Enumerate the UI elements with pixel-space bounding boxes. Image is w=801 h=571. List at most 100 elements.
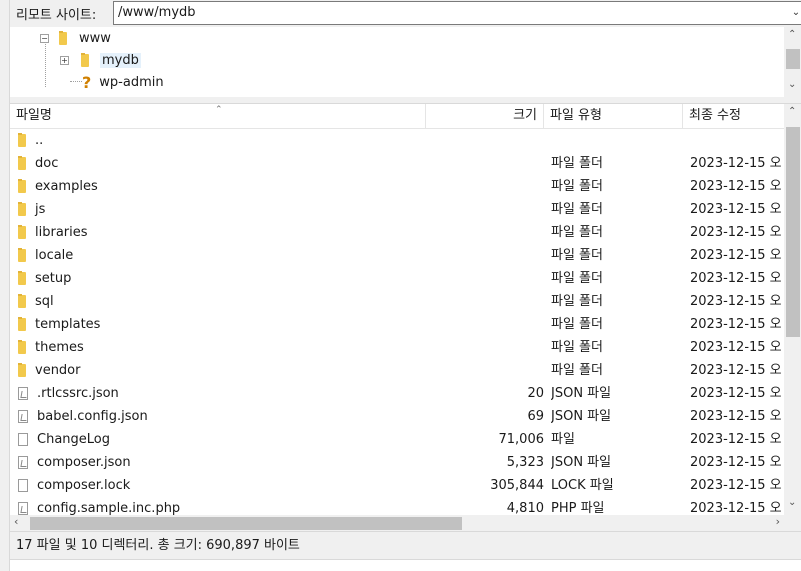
table-row[interactable]: setup 파일 폴더 2023-12-15 오 [10, 267, 784, 290]
file-type: 파일 폴더 [551, 248, 603, 263]
column-type-label: 파일 유형 [550, 108, 602, 123]
scroll-down-icon[interactable]: ⌄ [788, 79, 796, 90]
list-horizontal-scrollbar[interactable]: ‹ › [10, 515, 784, 531]
file-name-cell: vendor [18, 359, 426, 382]
scroll-right-icon[interactable]: › [776, 515, 780, 528]
file-type: 파일 폴더 [551, 271, 603, 286]
file-type: 파일 폴더 [551, 179, 603, 194]
file-size [426, 129, 544, 152]
file-icon [18, 433, 28, 446]
file-modified: 2023-12-15 오 [690, 271, 782, 286]
file-type: JSON 파일 [551, 455, 612, 470]
file-name-cell: templates [18, 313, 426, 336]
folder-icon [81, 52, 89, 67]
file-size [426, 152, 544, 175]
file-name: locale [35, 248, 74, 263]
table-row[interactable]: locale 파일 폴더 2023-12-15 오 [10, 244, 784, 267]
bottom-panel-edge [10, 559, 801, 571]
remote-site-label: 리모트 사이트: [16, 8, 97, 23]
file-name: composer.lock [37, 478, 131, 493]
scroll-down-icon[interactable]: ⌄ [788, 497, 796, 508]
table-row[interactable]: examples 파일 폴더 2023-12-15 오 [10, 175, 784, 198]
table-row[interactable]: libraries 파일 폴더 2023-12-15 오 [10, 221, 784, 244]
scroll-up-icon[interactable]: ⌃ [788, 106, 796, 117]
file-type: JSON 파일 [551, 409, 612, 424]
file-modified: 2023-12-15 오 [690, 432, 782, 447]
column-header-size[interactable]: 크기 [426, 104, 544, 129]
file-size: 305,844 [490, 478, 544, 493]
script-file-icon [18, 387, 28, 400]
scrollbar-corner [784, 515, 801, 531]
file-size: 20 [527, 386, 544, 401]
remote-path-input[interactable]: /www/mydb ⌄ [113, 1, 801, 25]
file-name-cell: composer.json [18, 451, 426, 474]
list-vertical-scrollbar[interactable]: ⌃ ⌄ [784, 104, 801, 515]
table-row[interactable]: ChangeLog 71,006 파일 2023-12-15 오 [10, 428, 784, 451]
file-modified: 2023-12-15 오 [690, 156, 782, 171]
folder-icon [18, 294, 26, 308]
scroll-thumb[interactable] [786, 127, 800, 337]
tree-item-mydb[interactable]: + mydb [60, 49, 141, 71]
column-modified-label: 최종 수정 [689, 108, 741, 123]
table-row[interactable]: js 파일 폴더 2023-12-15 오 [10, 198, 784, 221]
scroll-thumb[interactable] [786, 49, 800, 69]
script-file-icon [18, 410, 28, 423]
folder-icon [18, 340, 26, 354]
table-row[interactable]: doc 파일 폴더 2023-12-15 오 [10, 152, 784, 175]
file-name: babel.config.json [37, 409, 148, 424]
file-name: setup [35, 271, 72, 286]
file-name-cell: .rtlcssrc.json [18, 382, 426, 405]
column-size-label: 크기 [513, 108, 537, 123]
tree-item-label: www [79, 30, 111, 46]
file-size [426, 221, 544, 244]
table-row[interactable]: .rtlcssrc.json 20 JSON 파일 2023-12-15 오 [10, 382, 784, 405]
file-name-cell: sql [18, 290, 426, 313]
file-modified: 2023-12-15 오 [690, 340, 782, 355]
tree-item-wp-admin[interactable]: ? wp-admin [82, 71, 164, 93]
file-modified: 2023-12-15 오 [690, 363, 782, 378]
chevron-down-icon[interactable]: ⌄ [789, 2, 801, 24]
script-file-icon [18, 456, 28, 469]
file-modified: 2023-12-15 오 [690, 455, 782, 470]
collapse-icon[interactable]: − [40, 33, 49, 43]
file-type: 파일 폴더 [551, 340, 603, 355]
scroll-up-icon[interactable]: ⌃ [788, 29, 796, 40]
file-name: composer.json [37, 455, 131, 470]
column-header-modified[interactable]: 최종 수정 [683, 104, 784, 129]
scroll-thumb[interactable] [30, 517, 462, 530]
table-row[interactable]: composer.json 5,323 JSON 파일 2023-12-15 오 [10, 451, 784, 474]
script-file-icon [18, 502, 28, 515]
table-row[interactable]: babel.config.json 69 JSON 파일 2023-12-15 오 [10, 405, 784, 428]
file-name-cell: ChangeLog [18, 428, 426, 451]
file-type: LOCK 파일 [551, 478, 614, 493]
file-name: themes [35, 340, 84, 355]
file-name-cell: babel.config.json [18, 405, 426, 428]
status-bar: 17 파일 및 10 디렉터리. 총 크기: 690,897 바이트 [10, 531, 801, 559]
column-header-type[interactable]: 파일 유형 [544, 104, 683, 129]
tree-item-www[interactable]: − www [40, 27, 111, 49]
column-header-name[interactable]: 파일명 ⌃ [10, 104, 426, 129]
file-size: 69 [527, 409, 544, 424]
file-name-cell: js [18, 198, 426, 221]
table-row[interactable]: composer.lock 305,844 LOCK 파일 2023-12-15 오 [10, 474, 784, 497]
file-type: 파일 폴더 [551, 363, 603, 378]
table-row[interactable]: .. [10, 129, 784, 152]
file-name: sql [35, 294, 54, 309]
table-row[interactable]: sql 파일 폴더 2023-12-15 오 [10, 290, 784, 313]
expand-icon[interactable]: + [60, 55, 69, 65]
column-name-label: 파일명 [16, 108, 52, 123]
file-type: 파일 [551, 432, 575, 447]
file-name: .. [35, 133, 44, 148]
folder-icon [59, 30, 67, 45]
table-row[interactable]: templates 파일 폴더 2023-12-15 오 [10, 313, 784, 336]
file-type: JSON 파일 [551, 386, 612, 401]
file-size [426, 336, 544, 359]
table-row[interactable]: themes 파일 폴더 2023-12-15 오 [10, 336, 784, 359]
folder-icon [18, 156, 26, 170]
tree-vertical-scrollbar[interactable]: ⌃ ⌄ [784, 27, 801, 97]
folder-icon [18, 363, 26, 377]
scroll-left-icon[interactable]: ‹ [14, 515, 18, 528]
file-name-cell: locale [18, 244, 426, 267]
table-row[interactable]: vendor 파일 폴더 2023-12-15 오 [10, 359, 784, 382]
folder-icon [18, 133, 26, 147]
